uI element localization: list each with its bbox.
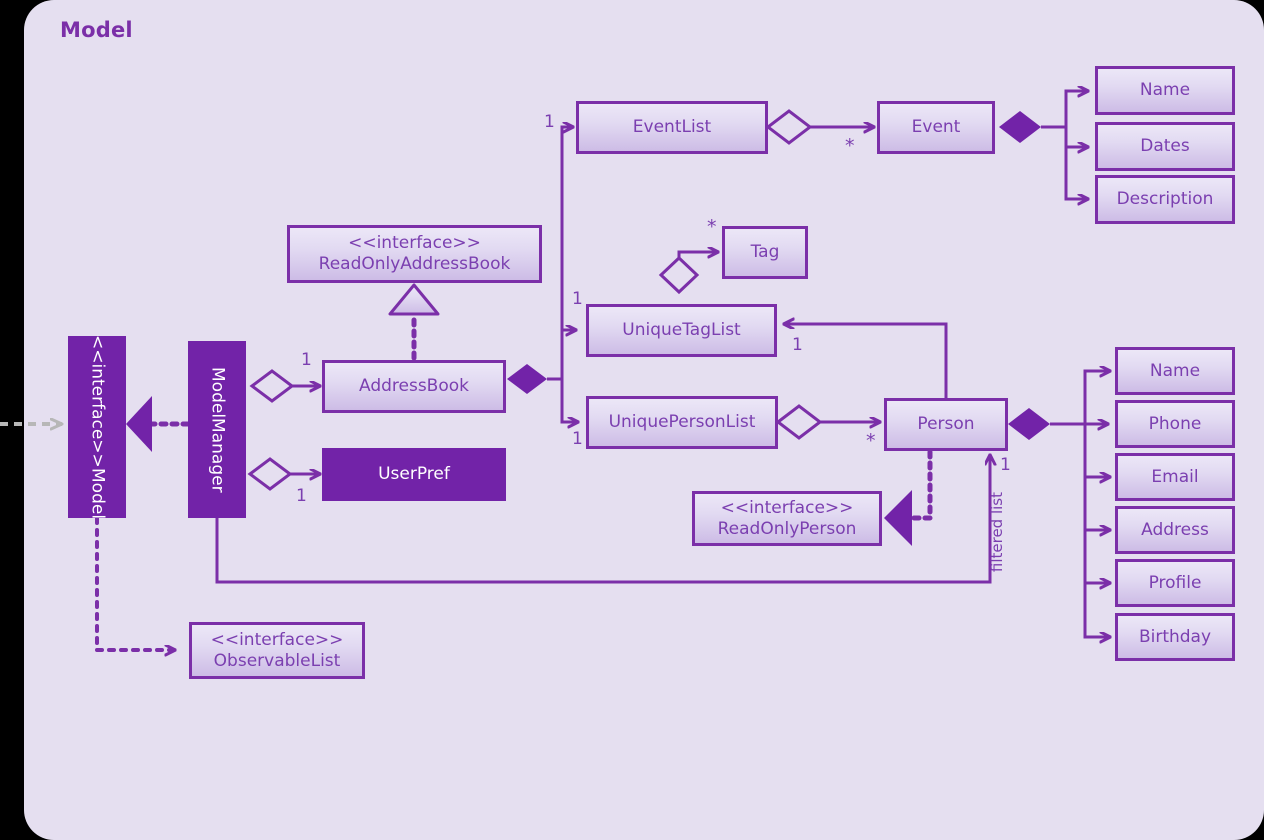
node-person-attr-birthday[interactable]: Birthday: [1115, 613, 1235, 661]
node-model-manager[interactable]: ModelManager: [188, 341, 246, 518]
node-event-attr-dates-label: Dates: [1140, 136, 1190, 157]
page-title: Model: [60, 18, 133, 42]
edge-model-observablelist: [95, 516, 177, 650]
mult-eventlist-event: *: [845, 135, 855, 157]
node-observable-list[interactable]: <<interface>> ObservableList: [189, 622, 365, 679]
node-user-pref[interactable]: UserPref: [322, 448, 506, 501]
edge-uniquetaglist-tag: [658, 252, 718, 295]
edge-modelmanager-userpref: [247, 457, 320, 491]
node-event-list[interactable]: EventList: [576, 101, 768, 154]
node-person-attr-phone-label: Phone: [1148, 413, 1202, 434]
node-person-attr-email-label: Email: [1151, 466, 1199, 487]
edge-modelmanager-addressbook: [249, 369, 320, 403]
node-user-pref-label: UserPref: [378, 464, 450, 485]
node-event-attr-description[interactable]: Description: [1095, 175, 1235, 224]
node-tag-label: Tag: [750, 242, 780, 263]
edge-person-attributes-composition: [1008, 371, 1110, 637]
edge-person-uniquetaglist: [784, 324, 948, 398]
edge-event-attributes-composition: [999, 91, 1088, 199]
mult-filtered-person: 1: [1000, 455, 1011, 475]
edge-person-realizes-readonlyperson: [884, 449, 933, 546]
node-event-attr-name-label: Name: [1139, 80, 1191, 101]
mult-person-uniquetaglist: 1: [792, 335, 803, 355]
node-read-only-person[interactable]: <<interface>> ReadOnlyPerson: [692, 491, 882, 546]
edge-addressbook-realizes-readonlyaddressbook: [388, 283, 440, 361]
mult-addressbook-uniquepersonlist: 1: [572, 429, 583, 449]
node-model-stereotype: <<interface>>: [87, 335, 108, 468]
node-read-only-address-book[interactable]: <<interface>> ReadOnlyAddressBook: [287, 225, 542, 283]
node-unique-person-list-label: UniquePersonList: [608, 412, 756, 433]
node-person-attr-birthday-label: Birthday: [1138, 626, 1212, 647]
mult-uniquetaglist-tag: *: [707, 216, 717, 238]
node-person-attr-address[interactable]: Address: [1115, 506, 1235, 554]
node-unique-tag-list-label: UniqueTagList: [622, 320, 741, 341]
edge-modelmanager-realizes-model: [126, 396, 191, 452]
node-person[interactable]: Person: [884, 398, 1008, 451]
node-event[interactable]: Event: [877, 101, 995, 154]
edge-eventlist-event: [765, 109, 874, 145]
node-event-list-label: EventList: [632, 117, 712, 138]
node-event-attr-dates[interactable]: Dates: [1095, 122, 1235, 171]
node-observable-list-stereotype: <<interface>>: [210, 629, 344, 650]
mult-addressbook-uniquetaglist: 1: [572, 289, 583, 309]
node-person-attr-phone[interactable]: Phone: [1115, 400, 1235, 448]
node-read-only-address-book-stereotype: <<interface>>: [348, 233, 481, 254]
node-unique-tag-list[interactable]: UniqueTagList: [586, 304, 777, 357]
node-person-attr-email[interactable]: Email: [1115, 453, 1235, 501]
mult-modelmanager-userpref: 1: [296, 486, 307, 506]
node-person-attr-profile[interactable]: Profile: [1115, 559, 1235, 607]
node-read-only-person-label: ReadOnlyPerson: [717, 518, 857, 539]
diagram-canvas: Model <<interface>> Model ModelManager <…: [0, 0, 1264, 840]
node-address-book[interactable]: AddressBook: [322, 360, 506, 413]
node-tag[interactable]: Tag: [722, 226, 808, 279]
node-event-attr-name[interactable]: Name: [1095, 66, 1235, 115]
node-read-only-person-stereotype: <<interface>>: [720, 497, 854, 518]
mult-uniquepersonlist-person: *: [866, 430, 876, 452]
node-person-attr-address-label: Address: [1141, 519, 1209, 540]
node-unique-person-list[interactable]: UniquePersonList: [586, 396, 778, 449]
edge-uniquepersonlist-person: [775, 404, 880, 440]
node-person-label: Person: [917, 414, 975, 435]
mult-addressbook-eventlist: 1: [544, 112, 555, 132]
node-model[interactable]: <<interface>> Model: [68, 335, 126, 519]
node-event-label: Event: [911, 117, 961, 138]
mult-modelmanager-addressbook: 1: [301, 350, 312, 370]
node-observable-list-label: ObservableList: [213, 650, 341, 671]
node-person-attr-name-label: Name: [1149, 360, 1201, 381]
node-model-label: Model: [87, 467, 108, 519]
node-event-attr-description-label: Description: [1116, 189, 1214, 210]
node-model-manager-label: ModelManager: [207, 366, 228, 493]
node-person-attr-profile-label: Profile: [1148, 572, 1202, 593]
edge-label-filtered-list: filtered list: [988, 492, 1006, 573]
node-address-book-label: AddressBook: [358, 376, 469, 397]
node-read-only-address-book-label: ReadOnlyAddressBook: [318, 254, 511, 274]
node-person-attr-name[interactable]: Name: [1115, 347, 1235, 395]
